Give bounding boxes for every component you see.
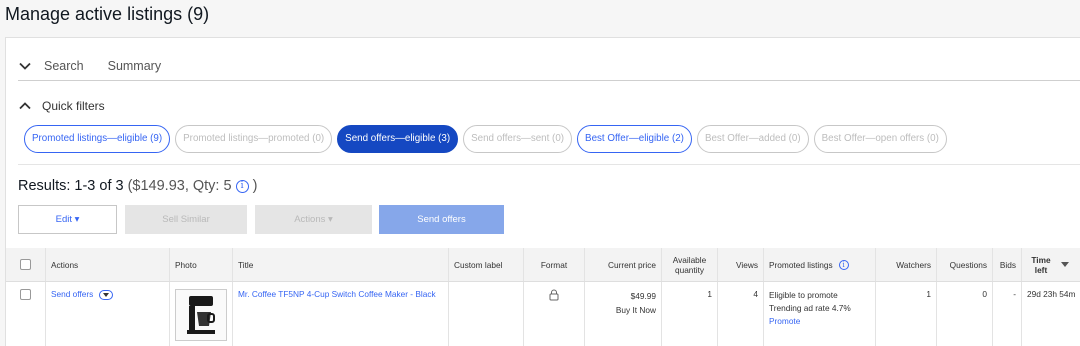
toolbar: Edit ▾ Sell Similar Actions ▾ Send offer… (18, 205, 504, 234)
header-bids[interactable]: Bids (992, 248, 1021, 281)
sort-descending-icon (1061, 262, 1069, 267)
tab-summary[interactable]: Summary (108, 59, 161, 73)
header-actions: Actions (45, 248, 169, 281)
listing-title-link[interactable]: Mr. Coffee TF5NP 4-Cup Switch Coffee Mak… (238, 289, 436, 299)
edit-button[interactable]: Edit ▾ (18, 205, 117, 234)
row-views-cell: 4 (717, 282, 763, 346)
row-promoted-cell: Eligible to promote Trending ad rate 4.7… (763, 282, 875, 346)
results-summary: Results: 1-3 of 3 ($149.93, Qty: 5 i ) (18, 178, 257, 194)
row-actions-cell: Send offers (45, 282, 169, 346)
header-custom-label[interactable]: Custom label (448, 248, 523, 281)
results-count: Results: 1-3 of 3 (18, 178, 124, 194)
row-bids-cell: - (992, 282, 1021, 346)
sell-similar-button[interactable]: Sell Similar (125, 205, 247, 234)
divider (18, 164, 1080, 165)
info-icon[interactable]: i (838, 259, 849, 270)
select-all-cell (6, 248, 45, 281)
send-offers-link[interactable]: Send offers (51, 289, 93, 299)
promo-status: Eligible to promote (769, 290, 838, 300)
tab-search[interactable]: Search (44, 59, 84, 73)
listing-price: $49.99 (630, 291, 656, 301)
search-summary-tabs: Search Summary (18, 56, 161, 76)
table-row: Send offers Mr. Coffee TF5NP 4-Cup Switc… (6, 282, 1080, 346)
send-offers-button[interactable]: Send offers (379, 205, 504, 234)
promote-link[interactable]: Promote (769, 315, 870, 328)
filter-promoted-eligible[interactable]: Promoted listings—eligible (9) (24, 125, 171, 153)
product-photo[interactable] (175, 289, 227, 341)
table-header: Actions Photo Title Custom label Format … (6, 248, 1080, 282)
header-current-price[interactable]: Current price (584, 248, 661, 281)
filter-send-offers-sent[interactable]: Send offers—sent (0) (463, 125, 573, 153)
chevron-down-icon[interactable] (18, 59, 32, 73)
info-icon[interactable]: i (235, 179, 249, 193)
header-promoted-listings[interactable]: Promoted listings (769, 260, 833, 270)
divider (18, 80, 1080, 81)
promo-rate: Trending ad rate 4.7% (769, 303, 851, 313)
header-time-left: Time left (1031, 254, 1051, 275)
header-promoted-listings-cell: Promoted listings i (763, 248, 875, 281)
header-watchers[interactable]: Watchers (875, 248, 936, 281)
row-price-cell: $49.99 Buy It Now (584, 282, 661, 346)
chevron-up-icon[interactable] (18, 99, 32, 113)
header-time-left-cell[interactable]: Time left (1021, 248, 1080, 281)
listing-format: Buy It Now (615, 305, 656, 315)
header-questions[interactable]: Questions (936, 248, 992, 281)
filter-best-offer-eligible[interactable]: Best Offer—eligible (2) (577, 125, 692, 153)
row-photo-cell (169, 282, 232, 346)
row-custom-label-cell (448, 282, 523, 346)
row-watchers-cell: 1 (875, 282, 936, 346)
filter-promoted-promoted[interactable]: Promoted listings—promoted (0) (175, 125, 333, 153)
lock-icon (549, 289, 559, 301)
results-meta-close: ) (252, 178, 258, 194)
header-photo: Photo (169, 248, 232, 281)
page-title: Manage active listings (9) (5, 4, 210, 24)
row-checkbox[interactable] (20, 289, 31, 300)
row-quantity-cell: 1 (661, 282, 717, 346)
row-title-cell: Mr. Coffee TF5NP 4-Cup Switch Coffee Mak… (232, 282, 448, 346)
row-time-left-cell: 29d 23h 54m (1021, 282, 1080, 346)
filter-best-offer-added[interactable]: Best Offer—added (0) (696, 125, 809, 153)
actions-button[interactable]: Actions ▾ (255, 205, 372, 234)
listings-panel: Search Summary Quick filters Promoted li… (5, 37, 1080, 346)
select-all-checkbox[interactable] (20, 259, 31, 270)
results-meta: ($149.93, Qty: 5 (127, 178, 232, 194)
row-questions-cell: 0 (936, 282, 992, 346)
header-available-quantity[interactable]: Available quantity (661, 248, 717, 281)
chevron-down-icon[interactable] (98, 289, 113, 300)
filter-send-offers-eligible[interactable]: Send offers—eligible (3) (337, 125, 459, 153)
quick-filters-toggle[interactable]: Quick filters (18, 99, 105, 113)
header-views[interactable]: Views (717, 248, 763, 281)
quick-filter-pills: Promoted listings—eligible (9) Promoted … (24, 125, 947, 153)
header-format[interactable]: Format (523, 248, 584, 281)
row-select-cell (6, 282, 45, 346)
filter-best-offer-open[interactable]: Best Offer—open offers (0) (813, 125, 947, 153)
coffee-maker-image (187, 296, 215, 334)
quick-filters-label: Quick filters (42, 99, 105, 113)
header-title[interactable]: Title (232, 248, 448, 281)
row-format-cell (523, 282, 584, 346)
